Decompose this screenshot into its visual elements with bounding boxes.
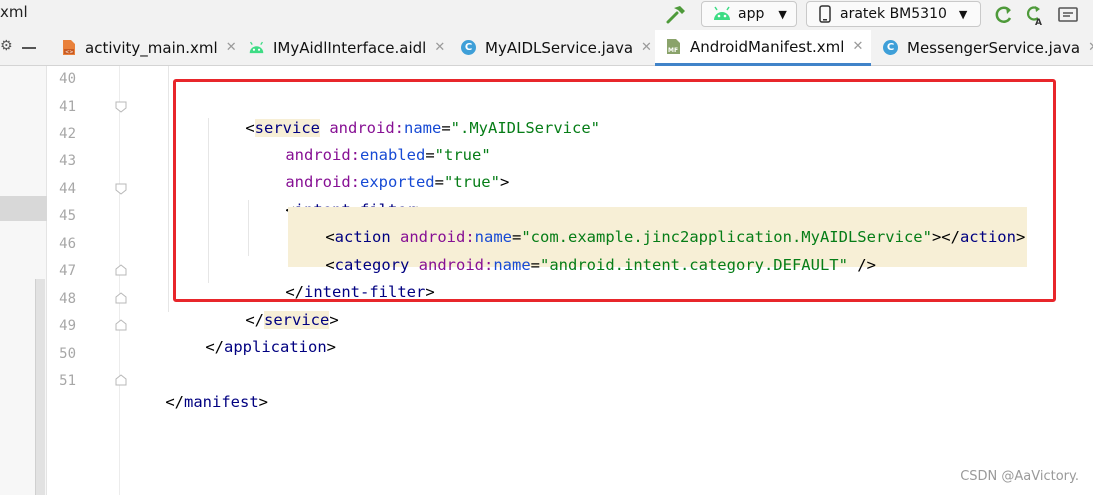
run-config-label: app: [738, 6, 765, 22]
close-icon[interactable]: ✕: [1088, 40, 1093, 55]
line-number: 46: [59, 236, 76, 252]
run-config-selector[interactable]: app ▼: [701, 1, 797, 27]
layout-xml-icon: <>: [60, 39, 77, 56]
svg-text:MF: MF: [668, 47, 678, 54]
svg-text:<>: <>: [65, 50, 73, 56]
line-number: 41: [59, 99, 76, 115]
indent-guide: [168, 66, 169, 312]
code-line-49: </application>: [205, 338, 336, 356]
close-icon[interactable]: ✕: [226, 40, 237, 55]
line-number: 45: [59, 208, 76, 224]
tab-androidmanifest[interactable]: MF AndroidManifest.xml ✕: [655, 30, 872, 66]
tab-label: activity_main.xml: [85, 38, 218, 57]
build-hammer-icon[interactable]: [664, 3, 688, 27]
manifest-mf-icon: MF: [665, 38, 682, 55]
fold-open-icon[interactable]: [115, 101, 127, 113]
line-number: 48: [59, 291, 76, 307]
project-name-tail[interactable]: xml: [0, 3, 28, 21]
tab-myaidlservice[interactable]: C MyAIDLService.java ✕: [460, 30, 652, 65]
android-icon: [712, 6, 732, 22]
apply-code-changes-icon[interactable]: A: [1022, 3, 1046, 27]
line-number: 42: [59, 126, 76, 142]
class-c-icon: C: [882, 39, 899, 56]
tab-label: MyAIDLService.java: [485, 38, 634, 57]
line-number: 40: [59, 71, 76, 87]
line-number: 51: [59, 373, 76, 389]
line-number: 43: [59, 153, 76, 169]
fold-close-icon[interactable]: [115, 374, 127, 386]
class-c-icon: C: [460, 39, 477, 56]
editor-tab-bar: ⚙ <> activity_main.xml ✕ IMyAidlInterfac…: [0, 30, 1093, 66]
chevron-down-icon: ▼: [778, 7, 787, 21]
device-label: aratek BM5310: [840, 6, 947, 22]
tab-activity-main[interactable]: <> activity_main.xml ✕: [60, 30, 237, 65]
annotation-highlight-box: [173, 79, 1056, 302]
watermark: CSDN @AaVictory.: [960, 469, 1079, 484]
close-icon[interactable]: ✕: [852, 39, 863, 54]
device-selector[interactable]: aratek BM5310 ▼: [806, 1, 981, 27]
fold-close-icon[interactable]: [115, 264, 127, 276]
chevron-down-icon: ▼: [958, 7, 968, 21]
fold-close-icon[interactable]: [115, 319, 127, 331]
line-number: 47: [59, 263, 76, 279]
tab-label: IMyAidlInterface.aidl: [273, 38, 427, 57]
tab-imyaidlinterface[interactable]: IMyAidlInterface.aidl ✕: [248, 30, 445, 65]
close-icon[interactable]: ✕: [641, 40, 652, 55]
line-number: 50: [59, 346, 76, 362]
close-icon[interactable]: ✕: [434, 40, 445, 55]
code-line-51: </manifest>: [165, 393, 268, 411]
fold-open-icon[interactable]: [115, 183, 127, 195]
phone-icon: [819, 5, 831, 23]
android-icon: [248, 39, 265, 56]
tab-messengerservice[interactable]: C MessengerService.java ✕: [882, 30, 1093, 65]
svg-text:A: A: [1035, 18, 1042, 26]
apply-changes-restart-icon[interactable]: [992, 3, 1016, 27]
main-toolbar: xml app ▼ aratek BM5310 ▼ A: [0, 0, 1093, 30]
line-number: 49: [59, 318, 76, 334]
tab-label: AndroidManifest.xml: [690, 37, 845, 56]
tab-label: MessengerService.java: [907, 38, 1081, 57]
minimize-icon[interactable]: [22, 47, 36, 49]
fold-close-icon[interactable]: [115, 292, 127, 304]
line-number: 44: [59, 181, 76, 197]
gear-icon[interactable]: ⚙: [0, 38, 13, 54]
device-manager-icon[interactable]: [1056, 3, 1080, 27]
